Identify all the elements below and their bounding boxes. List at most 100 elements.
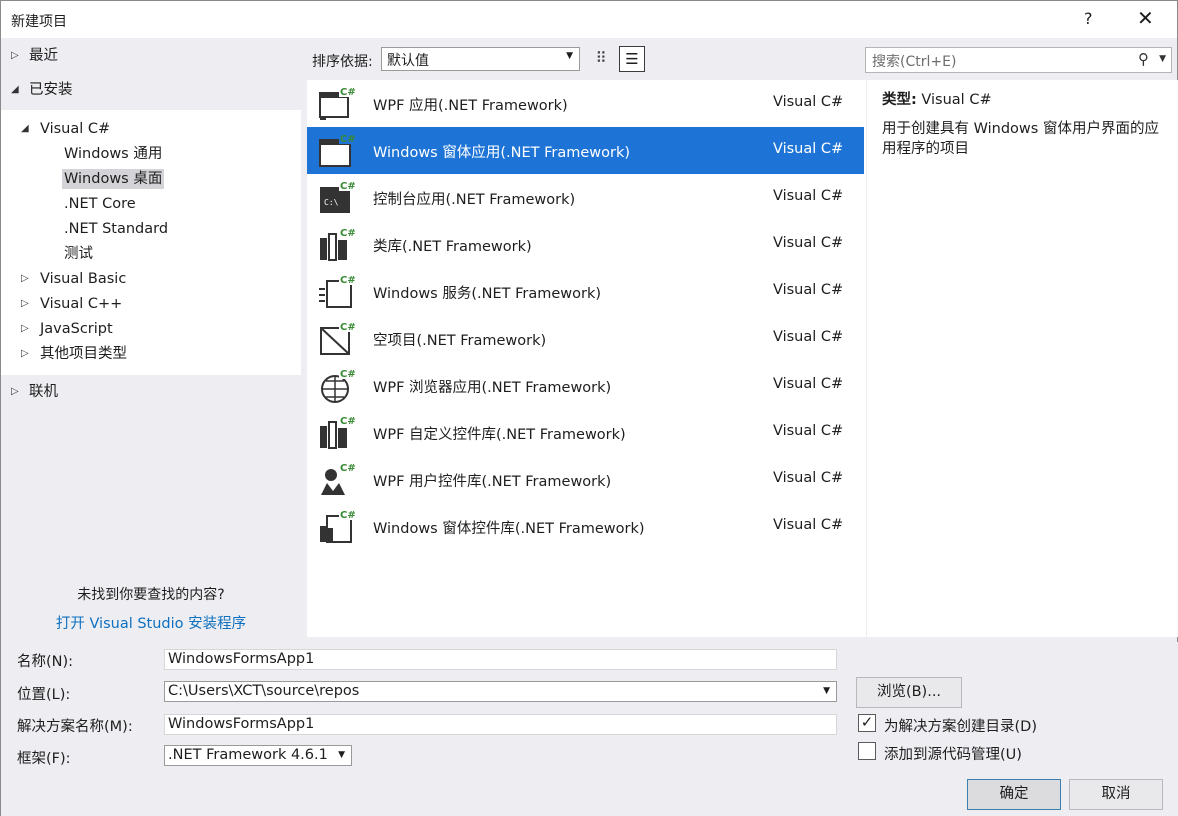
tree-item-visual-basic[interactable]: Visual Basic [40, 269, 126, 289]
svg-text:C#: C# [340, 181, 355, 192]
collapse-installed-icon[interactable]: ◢ [11, 80, 19, 100]
expand-javascript-icon[interactable]: ▷ [21, 319, 29, 339]
solution-name-input[interactable]: WindowsFormsApp1 [164, 714, 837, 735]
template-list: C# WPF 应用(.NET Framework) Visual C# C# Windo… [307, 80, 866, 637]
svg-text:C#: C# [340, 322, 355, 333]
template-row[interactable]: C# Windows 窗体应用(.NET Framework) Visual C# [307, 127, 864, 174]
description-panel: 类型: Visual C# 用于创建具有 Windows 窗体用户界面的应用程序… [867, 80, 1178, 637]
winforms-app-icon: C# [317, 132, 356, 170]
template-name: Windows 窗体应用(.NET Framework) [373, 145, 630, 161]
list-view-icon[interactable]: ☰ [619, 46, 645, 72]
name-input[interactable]: WindowsFormsApp1 [164, 649, 837, 670]
tree-item-net-standard[interactable]: .NET Standard [64, 219, 168, 239]
wpf-custom-control-icon: C# [317, 414, 356, 452]
ok-button[interactable]: 确定 [967, 779, 1061, 810]
help-button[interactable]: ? [1084, 9, 1093, 28]
tree-item-windows-universal[interactable]: Windows 通用 [64, 144, 162, 164]
framework-label: 框架(F): [17, 751, 71, 767]
windows-service-icon: C# [317, 273, 356, 311]
winforms-control-library-icon: C# [317, 508, 356, 546]
search-dropdown-icon[interactable]: ▼ [1159, 54, 1166, 64]
wpf-app-icon: C# [317, 85, 356, 123]
template-language: Visual C# [773, 517, 844, 533]
template-language: Visual C# [773, 282, 844, 298]
search-icon[interactable]: ⚲ [1138, 50, 1149, 68]
expand-recent-icon[interactable]: ▷ [11, 46, 19, 66]
tree-item-visual-csharp[interactable]: Visual C# [40, 119, 110, 139]
svg-text:C#: C# [340, 510, 355, 521]
template-row[interactable]: C:\ C# 控制台应用(.NET Framework) Visual C# [307, 174, 864, 221]
framework-value: .NET Framework 4.6.1 [168, 747, 328, 763]
svg-text:C#: C# [340, 463, 355, 474]
template-row[interactable]: C# 类库(.NET Framework) Visual C# [307, 221, 864, 268]
svg-text:C#: C# [340, 416, 355, 427]
template-language: Visual C# [773, 141, 844, 157]
location-combo[interactable]: C:\Users\XCT\source\repos ▼ [164, 681, 837, 702]
tree-item-test[interactable]: 测试 [64, 244, 93, 264]
close-button[interactable]: ✕ [1137, 6, 1154, 30]
template-name: WPF 应用(.NET Framework) [373, 98, 568, 114]
tree-item-online[interactable]: 联机 [29, 382, 58, 402]
expand-visual-basic-icon[interactable]: ▷ [21, 269, 29, 289]
source-control-label[interactable]: 添加到源代码管理(U) [884, 743, 1022, 764]
solution-name-label: 解决方案名称(M): [17, 719, 133, 735]
template-name: WPF 浏览器应用(.NET Framework) [373, 380, 612, 396]
template-row[interactable]: C# WPF 自定义控件库(.NET Framework) Visual C# [307, 409, 864, 456]
template-row[interactable]: C# Windows 窗体控件库(.NET Framework) Visual C# [307, 503, 864, 550]
template-row[interactable]: C# WPF 浏览器应用(.NET Framework) Visual C# [307, 362, 864, 409]
project-settings: 名称(N): WindowsFormsApp1 位置(L): C:\Users\… [1, 642, 1178, 816]
svg-text:C#: C# [340, 228, 355, 239]
tree-item-recent[interactable]: 最近 [29, 46, 58, 66]
tree-item-other-project-types[interactable]: 其他项目类型 [40, 344, 127, 364]
tree-item-net-core[interactable]: .NET Core [64, 194, 136, 214]
svg-text:C#: C# [340, 369, 355, 380]
wpf-user-control-icon: C# [317, 461, 356, 499]
framework-select[interactable]: .NET Framework 4.6.1 ▼ [164, 745, 352, 766]
tree-item-javascript[interactable]: JavaScript [40, 319, 113, 339]
console-app-icon: C:\ C# [317, 179, 356, 217]
create-directory-checkbox[interactable]: ✓ [858, 714, 876, 732]
template-row[interactable]: C# WPF 用户控件库(.NET Framework) Visual C# [307, 456, 864, 503]
create-directory-label[interactable]: 为解决方案创建目录(D) [884, 715, 1037, 736]
template-name: WPF 自定义控件库(.NET Framework) [373, 427, 626, 443]
template-language: Visual C# [773, 329, 844, 345]
template-name: 空项目(.NET Framework) [373, 333, 547, 349]
empty-project-icon: C# [317, 320, 356, 358]
template-name: 控制台应用(.NET Framework) [373, 192, 576, 208]
tree-item-installed[interactable]: 已安装 [29, 80, 73, 100]
dropdown-arrow-icon: ▼ [338, 750, 345, 760]
category-tree: ▷ 最近 ◢ 已安装 ◢ Visual C# Windows 通用 Window… [1, 38, 301, 636]
dropdown-arrow-icon: ▼ [566, 51, 573, 61]
svg-text:C#: C# [340, 134, 355, 145]
template-language: Visual C# [773, 235, 844, 251]
template-language: Visual C# [773, 423, 844, 439]
wpf-browser-app-icon: C# [317, 367, 356, 405]
grid-view-icon[interactable]: ⠿ [590, 47, 612, 69]
template-name: WPF 用户控件库(.NET Framework) [373, 474, 612, 490]
template-row[interactable]: C# Windows 服务(.NET Framework) Visual C# [307, 268, 864, 315]
browse-button[interactable]: 浏览(B)... [856, 677, 962, 708]
sort-select[interactable]: 默认值 ▼ [381, 47, 580, 71]
open-installer-link[interactable]: 打开 Visual Studio 安装程序 [1, 612, 301, 633]
svg-text:C#: C# [340, 87, 355, 98]
source-control-checkbox[interactable] [858, 742, 876, 760]
title-bar: 新建项目 ? ✕ [0, 0, 1178, 38]
collapse-visual-csharp-icon[interactable]: ◢ [21, 119, 29, 139]
tree-item-windows-desktop[interactable]: Windows 桌面 [62, 169, 165, 189]
expand-visual-cpp-icon[interactable]: ▷ [21, 294, 29, 314]
template-name: 类库(.NET Framework) [373, 239, 532, 255]
template-language: Visual C# [773, 188, 844, 204]
cancel-button[interactable]: 取消 [1069, 779, 1163, 810]
expand-other-icon[interactable]: ▷ [21, 344, 29, 364]
template-row[interactable]: C# WPF 应用(.NET Framework) Visual C# [307, 80, 864, 127]
location-label: 位置(L): [17, 687, 71, 703]
expand-online-icon[interactable]: ▷ [11, 382, 19, 402]
sort-label: 排序依据: [312, 54, 373, 70]
location-value: C:\Users\XCT\source\repos [168, 683, 360, 699]
tree-item-visual-cpp[interactable]: Visual C++ [40, 294, 122, 314]
template-name: Windows 窗体控件库(.NET Framework) [373, 521, 645, 537]
description-type: 类型: Visual C# [882, 88, 1164, 109]
template-row[interactable]: C# 空项目(.NET Framework) Visual C# [307, 315, 864, 362]
type-label: 类型: [882, 92, 917, 108]
search-input[interactable]: 搜索(Ctrl+E) ⚲ ▼ [865, 47, 1172, 73]
